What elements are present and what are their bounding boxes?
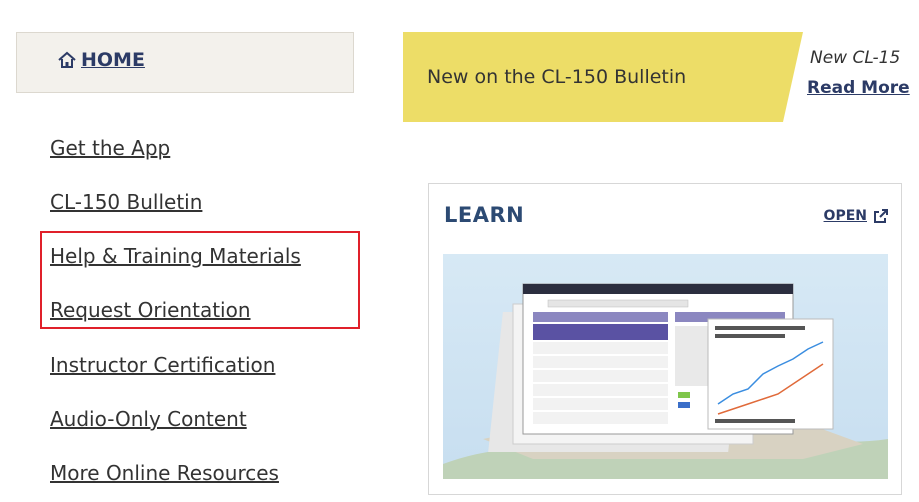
learn-title: LEARN	[444, 203, 525, 227]
learn-card: LEARN OPEN	[428, 183, 902, 495]
external-link-icon	[874, 209, 888, 223]
nav-item-cl150-bulletin[interactable]: CL-150 Bulletin	[50, 190, 202, 214]
bulletin-news-panel	[783, 32, 919, 122]
learn-preview-image[interactable]	[443, 254, 888, 479]
open-label: OPEN	[823, 208, 867, 224]
open-link[interactable]: OPEN	[824, 208, 889, 224]
home-label: HOME	[81, 49, 145, 71]
bulletin-news-text: New CL-15	[810, 48, 901, 68]
nav-item-audio-only-content[interactable]: Audio-Only Content	[50, 407, 247, 431]
read-more-link[interactable]: Read More	[807, 78, 910, 98]
home-link[interactable]: HOME	[57, 49, 145, 71]
highlight-box	[40, 231, 360, 329]
home-box: HOME	[16, 32, 354, 93]
home-icon	[58, 51, 76, 68]
bulletin-label: New on the CL-150 Bulletin	[427, 66, 687, 88]
nav-item-instructor-certification[interactable]: Instructor Certification	[50, 353, 275, 377]
nav-item-more-online-resources[interactable]: More Online Resources	[50, 461, 279, 485]
app-screenshot-illustration	[443, 283, 888, 479]
nav-item-get-the-app[interactable]: Get the App	[50, 136, 170, 160]
bulletin-banner: New on the CL-150 Bulletin New CL-15 Rea…	[403, 32, 919, 122]
